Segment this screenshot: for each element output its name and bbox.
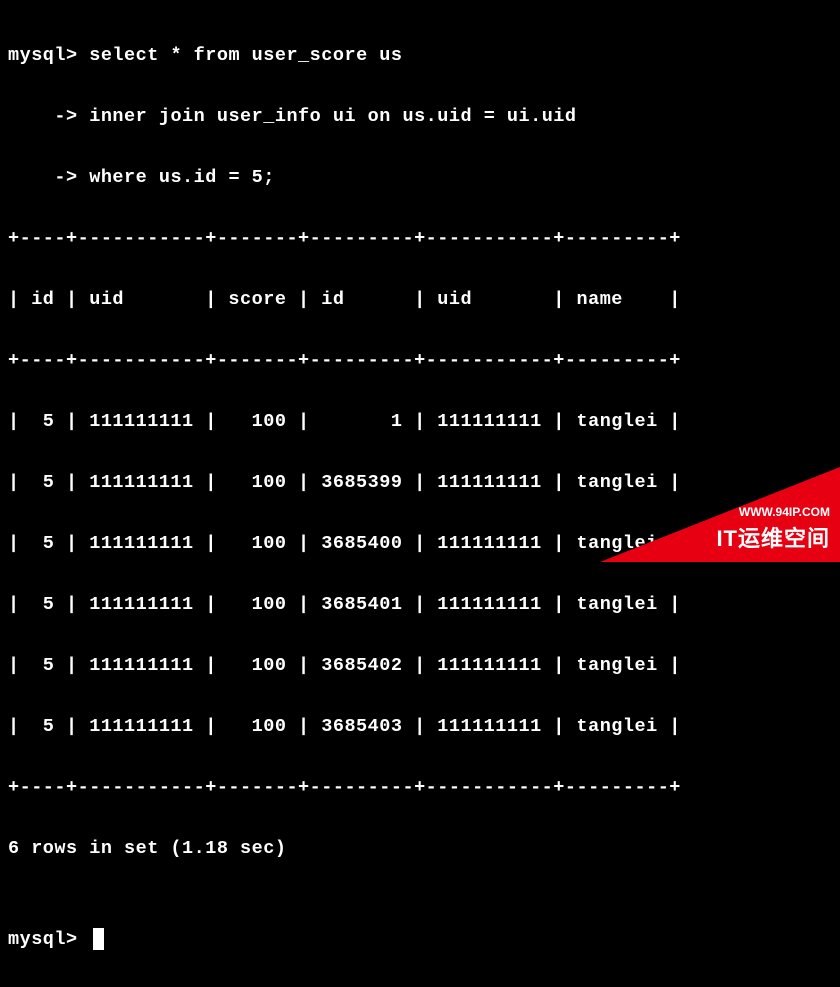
cursor-icon <box>93 928 104 950</box>
result-summary: 6 rows in set (1.18 sec) <box>8 834 832 865</box>
watermark-main: IT运维空间 <box>716 521 830 557</box>
table-border-top: +----+-----------+-------+---------+----… <box>8 224 832 255</box>
table-border-bot: +----+-----------+-------+---------+----… <box>8 773 832 804</box>
query-line-3: -> where us.id = 5; <box>8 163 832 194</box>
table-header: | id | uid | score | id | uid | name | <box>8 285 832 316</box>
table-row: | 5 | 111111111 | 100 | 3685403 | 111111… <box>8 712 832 743</box>
table-row: | 5 | 111111111 | 100 | 3685401 | 111111… <box>8 590 832 621</box>
cont-prompt: -> <box>8 106 78 127</box>
query-text-1: select * from user_score us <box>78 45 403 66</box>
query-line-1: mysql> select * from user_score us <box>8 41 832 72</box>
query-line-2: -> inner join user_info ui on us.uid = u… <box>8 102 832 133</box>
prompt-line[interactable]: mysql> <box>8 925 832 956</box>
mysql-prompt: mysql> <box>8 929 89 950</box>
table-row: | 5 | 111111111 | 100 | 1 | 111111111 | … <box>8 407 832 438</box>
mysql-prompt: mysql> <box>8 45 78 66</box>
table-row: | 5 | 111111111 | 100 | 3685402 | 111111… <box>8 651 832 682</box>
cont-prompt: -> <box>8 167 78 188</box>
query-text-2: inner join user_info ui on us.uid = ui.u… <box>78 106 577 127</box>
table-border-mid: +----+-----------+-------+---------+----… <box>8 346 832 377</box>
query-text-3: where us.id = 5; <box>78 167 275 188</box>
watermark: WWW.94IP.COM IT运维空间 <box>716 503 830 557</box>
